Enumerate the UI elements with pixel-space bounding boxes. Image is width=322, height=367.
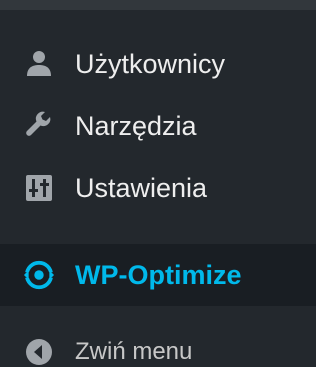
sidebar-item-label: Narzędzia — [75, 110, 197, 141]
collapse-menu-label: Zwiń menu — [75, 338, 193, 365]
sidebar-item-label: Ustawienia — [75, 172, 208, 203]
users-icon — [23, 48, 55, 80]
page-edge — [316, 0, 322, 367]
wp-optimize-icon — [23, 259, 55, 291]
sidebar-item-users[interactable]: Użytkownicy — [0, 36, 316, 92]
collapse-menu-button[interactable]: Zwiń menu — [0, 328, 316, 367]
sidebar-item-label: WP-Optimize — [75, 259, 242, 290]
menu-top-strip — [0, 0, 316, 10]
admin-sidebar-menu: Użytkownicy Narzędzia Ustawienia WP-Opti… — [0, 0, 316, 367]
collapse-arrow-icon — [23, 336, 55, 367]
wrench-icon — [23, 110, 55, 142]
sidebar-item-settings[interactable]: Ustawienia — [0, 160, 316, 216]
sidebar-item-label: Użytkownicy — [75, 48, 226, 79]
sidebar-item-tools[interactable]: Narzędzia — [0, 98, 316, 154]
sidebar-item-wp-optimize[interactable]: WP-Optimize — [0, 244, 316, 306]
settings-sliders-icon — [23, 172, 55, 204]
